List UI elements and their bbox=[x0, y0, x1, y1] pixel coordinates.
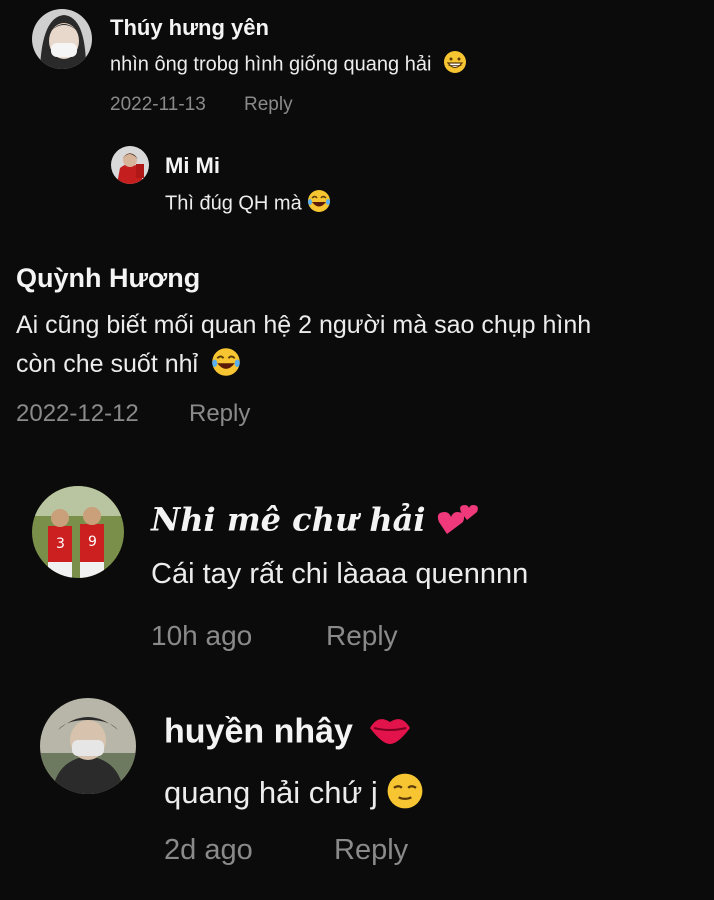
comment-text: quang hải chứ j bbox=[164, 772, 424, 818]
username[interactable]: Mi Mi bbox=[165, 153, 220, 179]
username-text: huyền nhây bbox=[164, 712, 353, 751]
avatar[interactable] bbox=[32, 9, 92, 69]
comment-huyen-nhay: huyền nhây quang hải chứ j 2d ago Reply bbox=[0, 690, 714, 900]
comment-thuy-hung-yen: Thúy hưng yên nhìn ông trobg hình giống … bbox=[0, 0, 714, 130]
tears-of-joy-icon bbox=[307, 189, 331, 219]
tears-of-joy-icon bbox=[211, 347, 241, 384]
comment-text-line-1: Ai cũng biết mối quan hệ 2 người mà sao … bbox=[16, 311, 592, 339]
username[interactable]: Quỳnh Hương bbox=[16, 263, 200, 294]
username[interactable]: Thúy hưng yên bbox=[110, 15, 269, 41]
reply-button[interactable]: Reply bbox=[244, 94, 293, 116]
username[interactable]: Nhi mê chư hải bbox=[151, 500, 481, 544]
comment-text: Thì đúg QH mà bbox=[165, 189, 331, 219]
two-hearts-icon bbox=[437, 500, 481, 544]
reply-button[interactable]: Reply bbox=[189, 400, 250, 428]
comment-mi-mi: Mi Mi Thì đúg QH mà bbox=[0, 130, 714, 230]
reply-button[interactable]: Reply bbox=[326, 620, 398, 652]
relieved-face-icon bbox=[386, 772, 424, 818]
comment-text-content: nhìn ông trobg hình giống quang hải bbox=[110, 53, 432, 76]
comment-text-line-2: còn che suốt nhỉ bbox=[16, 347, 241, 384]
svg-text:9: 9 bbox=[88, 534, 97, 550]
comment-text-content: còn che suốt nhỉ bbox=[16, 350, 199, 379]
svg-text:3: 3 bbox=[56, 536, 65, 552]
comment-date: 2022-12-12 bbox=[16, 400, 139, 427]
comment-text: Cái tay rất chi làaaa quennnn bbox=[151, 558, 529, 590]
comment-text-content: quang hải chứ j bbox=[164, 775, 378, 811]
grinning-face-icon bbox=[443, 50, 467, 80]
avatar[interactable]: 3 9 bbox=[32, 486, 124, 578]
kiss-lips-icon bbox=[368, 712, 412, 755]
reply-button[interactable]: Reply bbox=[334, 834, 408, 867]
comment-quynh-huong: Quỳnh Hương Ai cũng biết mối quan hệ 2 n… bbox=[0, 240, 714, 440]
comment-date: 2d ago bbox=[164, 834, 253, 866]
comment-nhi: 3 9 Nhi mê chư hải Cái tay rất chi làaaa… bbox=[0, 470, 714, 670]
avatar[interactable] bbox=[40, 698, 136, 794]
username[interactable]: huyền nhây bbox=[164, 712, 412, 755]
comment-date: 2022-11-13 bbox=[110, 94, 206, 115]
username-text: Nhi mê chư hải bbox=[151, 500, 426, 539]
comment-text-content: Thì đúg QH mà bbox=[165, 192, 302, 215]
comment-date: 10h ago bbox=[151, 620, 253, 651]
comment-text: nhìn ông trobg hình giống quang hải bbox=[110, 50, 467, 80]
avatar[interactable] bbox=[111, 146, 149, 184]
